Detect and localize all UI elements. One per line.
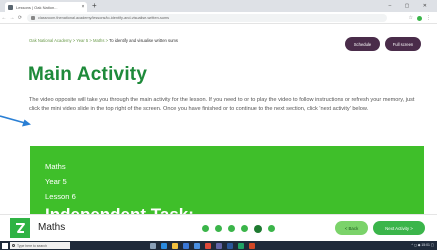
acorn-logo-icon — [16, 223, 25, 233]
store-icon[interactable] — [183, 242, 189, 249]
chrome-icon[interactable] — [205, 242, 211, 249]
progress-dot[interactable] — [202, 225, 209, 232]
annotation-arrow-icon — [0, 115, 31, 127]
progress-dot[interactable] — [241, 225, 248, 232]
next-activity-button[interactable]: Next Activity > — [373, 221, 425, 235]
breadcrumb: Oak National Academy > Year 5 > Maths > … — [29, 38, 178, 43]
breadcrumb-path[interactable]: Oak National Academy > Year 5 > Maths > — [29, 38, 109, 43]
breadcrumb-current: To identify and visualise written sums — [109, 38, 179, 43]
address-bar[interactable]: classroom.thenational.academy/lessons/to… — [27, 13, 387, 22]
slide-year: Year 5 — [45, 177, 67, 186]
slide-lesson: Lesson 6 — [45, 192, 76, 201]
screen: Lessons | Oak Nation... × + – ▢ ✕ ← → ⟳ … — [0, 0, 437, 250]
progress-dot[interactable] — [254, 224, 262, 233]
file-explorer-icon[interactable] — [172, 242, 178, 249]
progress-dot[interactable] — [268, 225, 275, 232]
progress-dot[interactable] — [228, 225, 235, 232]
full-screen-button[interactable]: Full screen — [385, 37, 421, 51]
browser-menu-icon[interactable]: ⋮ — [426, 15, 431, 21]
page-title: Main Activity — [28, 64, 148, 85]
powerpoint-icon[interactable] — [249, 242, 255, 249]
start-windows-icon[interactable] — [2, 242, 8, 249]
browser-toolbar: ← → ⟳ classroom.thenational.academy/less… — [0, 12, 437, 24]
extension-icon[interactable] — [417, 15, 422, 21]
browser-tab-strip: Lessons | Oak Nation... × + – ▢ ✕ — [0, 0, 437, 12]
subject-label: Maths — [38, 222, 66, 233]
search-icon — [12, 244, 15, 247]
schedule-button[interactable]: Schedule — [345, 37, 380, 51]
os-taskbar: Type here to search ^ ◻ ◆ 15:01 ▢ — [0, 241, 437, 250]
tab-close-icon[interactable]: × — [79, 4, 87, 10]
window-controls[interactable]: – ▢ ✕ — [389, 1, 433, 11]
url-text: classroom.thenational.academy/lessons/to… — [38, 15, 170, 20]
edge-browser-icon[interactable] — [161, 242, 167, 249]
oak-logo-icon[interactable] — [10, 218, 30, 238]
tab-title: Lessons | Oak Nation... — [16, 4, 58, 10]
taskbar-app-icons — [150, 242, 255, 249]
bookmark-star-icon[interactable]: ☆ — [409, 15, 413, 21]
browser-tab[interactable]: Lessons | Oak Nation... × — [5, 2, 87, 12]
reload-icon[interactable]: ⟳ — [16, 15, 24, 21]
taskbar-search-input[interactable]: Type here to search — [10, 242, 70, 249]
progress-dot[interactable] — [215, 225, 222, 232]
back-arrow-icon[interactable]: ← — [0, 15, 8, 21]
new-tab-button[interactable]: + — [92, 1, 97, 11]
back-button[interactable]: < Back — [335, 221, 368, 235]
favicon-icon — [8, 4, 13, 10]
teams-icon[interactable] — [216, 242, 222, 249]
lock-icon — [31, 15, 35, 20]
word-icon[interactable] — [227, 242, 233, 249]
system-tray[interactable]: ^ ◻ ◆ 15:01 ▢ — [412, 242, 434, 249]
toolbar-actions: ☆ ⋮ — [409, 15, 431, 21]
intro-paragraph: The video opposite will take you through… — [29, 97, 415, 113]
taskbar-search-placeholder: Type here to search — [17, 243, 47, 248]
forward-arrow-icon[interactable]: → — [8, 15, 16, 21]
mail-icon[interactable] — [194, 242, 200, 249]
task-view-icon[interactable] — [150, 242, 156, 249]
slide-subject: Maths — [45, 162, 66, 171]
lesson-progress-dots — [202, 224, 275, 233]
lesson-navigation-bar: Maths < Back Next Activity > — [0, 214, 437, 241]
excel-icon[interactable] — [238, 242, 244, 249]
